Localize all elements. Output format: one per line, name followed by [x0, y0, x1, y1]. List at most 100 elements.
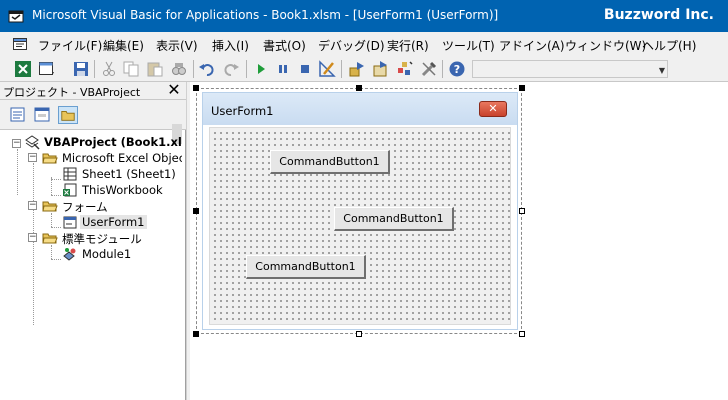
location-combo[interactable]: ▼: [472, 60, 668, 78]
folder-open-icon: [42, 153, 58, 164]
command-button-3[interactable]: CommandButton1: [246, 255, 366, 279]
insert-userform-icon[interactable]: [38, 60, 56, 78]
standard-toolbar: ? ▼: [0, 56, 728, 82]
project-panel-toolbar: [0, 100, 186, 144]
project-panel-header: プロジェクト - VBAProject ✕: [0, 82, 186, 100]
vba-app-icon: [8, 10, 24, 23]
resize-handle: [519, 85, 525, 91]
menu-insert[interactable]: 挿入(I): [212, 37, 249, 54]
project-tree: − VBAProject (Book1.xlsm) − Microsoft Ex…: [0, 132, 182, 400]
userform-icon: [63, 216, 77, 229]
menu-format[interactable]: 書式(O): [263, 37, 306, 54]
design-mode-icon[interactable]: [318, 60, 336, 78]
resize-handle: [356, 85, 362, 91]
tree-node-vbaproject[interactable]: VBAProject (Book1.xlsm): [24, 134, 182, 150]
menu-window[interactable]: ウィンドウ(W): [565, 37, 646, 54]
resize-handle[interactable]: [519, 331, 525, 337]
undo-icon[interactable]: [198, 60, 216, 78]
tree-connector: [51, 259, 61, 260]
tree-node-thisworkbook[interactable]: ThisWorkbook: [62, 182, 182, 198]
project-explorer-icon[interactable]: [348, 60, 366, 78]
close-icon[interactable]: ✕: [479, 101, 507, 117]
menu-help[interactable]: ヘルプ(H): [642, 37, 696, 54]
menu-debug[interactable]: デバッグ(D): [318, 37, 385, 54]
userform-title-bar: UserForm1 ✕: [203, 93, 517, 125]
expand-toggle[interactable]: −: [12, 139, 21, 148]
userform-window[interactable]: UserForm1 ✕ CommandButton1 CommandButton…: [202, 92, 518, 330]
tree-node-userform1[interactable]: UserForm1: [62, 214, 182, 230]
reset-icon[interactable]: [296, 60, 314, 78]
view-code-icon[interactable]: [8, 106, 28, 124]
resize-handle[interactable]: [519, 208, 525, 214]
userform-client-area[interactable]: CommandButton1 CommandButton1 CommandBut…: [209, 127, 511, 325]
tree-label-forms: フォーム: [62, 200, 108, 214]
help-icon[interactable]: ?: [448, 60, 466, 78]
find-icon[interactable]: [170, 60, 188, 78]
folder-open-icon: [42, 233, 58, 244]
tree-node-module1[interactable]: Module1: [62, 246, 182, 262]
command-button-1[interactable]: CommandButton1: [270, 150, 390, 174]
tree-node-forms[interactable]: フォーム: [42, 198, 182, 214]
svg-text:?: ?: [454, 63, 460, 76]
userform-designer: UserForm1 ✕ CommandButton1 CommandButton…: [190, 82, 728, 400]
run-icon[interactable]: [252, 60, 270, 78]
tree-label-sheet1: Sheet1 (Sheet1): [82, 167, 176, 181]
toolbar-separator: [246, 60, 247, 78]
cut-icon[interactable]: [100, 60, 118, 78]
expand-toggle[interactable]: −: [28, 153, 37, 162]
menu-addins[interactable]: アドイン(A): [499, 37, 565, 54]
toolbar-separator: [442, 60, 443, 78]
excel-icon[interactable]: [14, 60, 32, 78]
break-icon[interactable]: [274, 60, 292, 78]
tree-node-modules[interactable]: 標準モジュール: [42, 230, 182, 246]
save-icon[interactable]: [72, 60, 90, 78]
copy-icon[interactable]: [122, 60, 140, 78]
menu-file[interactable]: ファイル(F): [38, 37, 102, 54]
paste-icon[interactable]: [146, 60, 164, 78]
window-menu-icon[interactable]: [12, 36, 28, 52]
tree-label-module1: Module1: [82, 247, 132, 261]
toolbox-icon[interactable]: [420, 60, 438, 78]
chevron-down-icon[interactable]: ▼: [659, 66, 665, 75]
tree-connector: [51, 213, 52, 227]
resize-handle: [193, 208, 199, 214]
menu-bar: ファイル(F) 編集(E) 表示(V) 挿入(I) 書式(O) デバッグ(D) …: [0, 32, 728, 56]
tree-connector: [51, 179, 61, 180]
tree-node-sheet1[interactable]: Sheet1 (Sheet1): [62, 166, 182, 182]
userform-title: UserForm1: [211, 104, 274, 118]
expand-toggle[interactable]: −: [28, 233, 37, 242]
redo-icon[interactable]: [222, 60, 240, 78]
vbaproject-icon: [25, 135, 40, 150]
tree-label-thisworkbook: ThisWorkbook: [82, 183, 163, 197]
tree-connector: [33, 163, 34, 325]
worksheet-icon: [63, 167, 77, 181]
folder-open-icon: [42, 201, 58, 212]
resize-handle[interactable]: [356, 331, 362, 337]
menu-view[interactable]: 表示(V): [156, 37, 198, 54]
command-button-2[interactable]: CommandButton1: [334, 207, 454, 231]
window-title-bar: Microsoft Visual Basic for Applications …: [0, 0, 728, 32]
tree-label-modules: 標準モジュール: [62, 232, 142, 246]
toolbar-separator: [94, 60, 95, 78]
tree-label-excel-objects: Microsoft Excel Objects: [62, 151, 182, 165]
toggle-folders-icon[interactable]: [58, 106, 78, 124]
project-explorer-panel: プロジェクト - VBAProject ✕ − VBAProject (Book…: [0, 82, 186, 400]
tree-connector: [51, 245, 52, 259]
object-browser-icon[interactable]: [396, 60, 414, 78]
properties-icon[interactable]: [372, 60, 390, 78]
resize-handle: [193, 85, 199, 91]
menu-tools[interactable]: ツール(T): [442, 37, 495, 54]
view-object-icon[interactable]: [32, 106, 52, 124]
menu-edit[interactable]: 編集(E): [103, 37, 144, 54]
tree-label-vbaproject: VBAProject (Book1.xlsm): [44, 135, 182, 149]
tree-label-userform1: UserForm1: [80, 215, 147, 229]
brand-label: Buzzword Inc.: [603, 7, 714, 23]
tree-connector: [51, 227, 61, 228]
expand-toggle[interactable]: −: [28, 201, 37, 210]
window-title: Microsoft Visual Basic for Applications …: [32, 8, 499, 22]
menu-run[interactable]: 実行(R): [387, 37, 429, 54]
toolbar-separator: [193, 60, 194, 78]
close-icon[interactable]: ✕: [166, 82, 182, 98]
project-panel-title: プロジェクト - VBAProject: [3, 86, 141, 99]
tree-node-excel-objects[interactable]: Microsoft Excel Objects: [42, 150, 182, 166]
